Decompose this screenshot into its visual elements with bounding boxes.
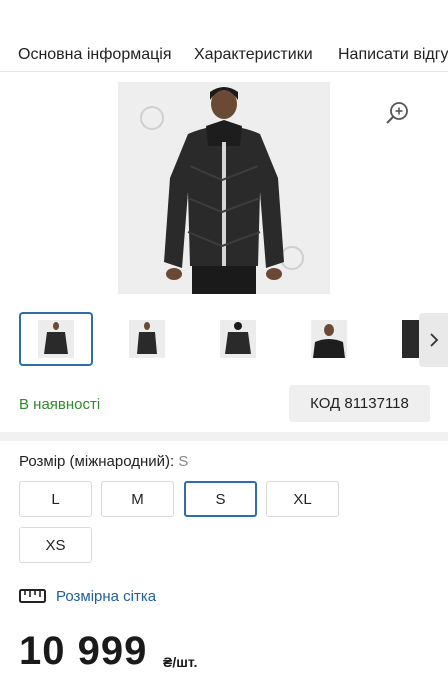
size-option-s[interactable]: S <box>184 481 257 517</box>
ruler-icon <box>19 589 46 603</box>
size-label-text: Розмір (міжнародний): <box>19 453 175 470</box>
thumbnail-2[interactable] <box>110 312 184 366</box>
availability-status: В наявності <box>19 396 101 413</box>
size-option-xl[interactable]: XL <box>266 481 339 517</box>
thumbnail-1[interactable] <box>19 312 93 366</box>
product-page: Основна інформація Характеристики Написа… <box>0 0 448 699</box>
thumbnail-4[interactable] <box>292 312 366 366</box>
size-option-m[interactable]: M <box>101 481 174 517</box>
product-main-image[interactable] <box>118 82 330 294</box>
tab-characteristics[interactable]: Характеристики <box>194 46 313 64</box>
thumbnail-strip <box>0 310 448 368</box>
product-code: КОД 81137118 <box>289 385 430 422</box>
chevron-right-icon[interactable] <box>419 313 448 367</box>
section-divider <box>0 432 448 441</box>
thumbnail-3[interactable] <box>201 312 275 366</box>
jacket-photo <box>118 82 330 294</box>
price-value: 10 999 <box>19 629 148 673</box>
size-chart-link[interactable]: Розмірна сітка <box>19 586 156 606</box>
size-chart-label[interactable]: Розмірна сітка <box>56 588 156 605</box>
product-tabs: Основна інформація Характеристики Написа… <box>0 0 448 72</box>
price-unit: ₴/шт. <box>163 654 198 670</box>
size-option-l[interactable]: L <box>19 481 92 517</box>
selected-size-value: S <box>178 453 189 470</box>
size-option-xs[interactable]: XS <box>19 527 92 563</box>
tab-write-review[interactable]: Написати відгук <box>338 46 448 64</box>
zoom-in-icon[interactable] <box>384 100 410 126</box>
size-label: Розмір (міжнародний): S <box>19 453 188 470</box>
tab-main-info[interactable]: Основна інформація <box>18 46 172 64</box>
